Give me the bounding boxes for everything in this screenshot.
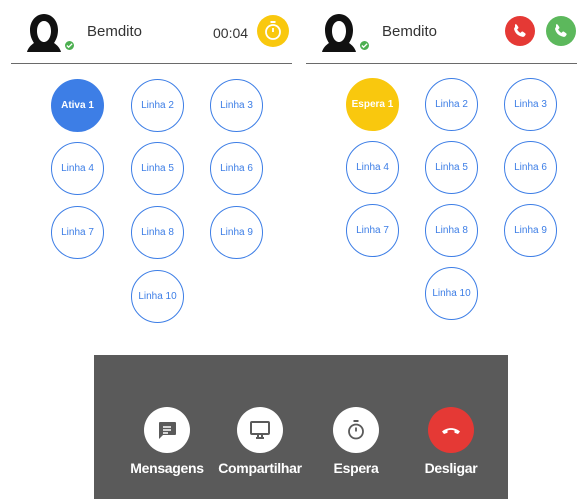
hold-circle[interactable]: [333, 407, 379, 453]
message-icon: [159, 422, 176, 439]
hangup-circle[interactable]: [428, 407, 474, 453]
line-button-10[interactable]: Linha 10: [131, 270, 184, 323]
line-button-8[interactable]: Linha 8: [131, 206, 184, 259]
call-timer: 00:04: [213, 25, 249, 41]
line-button-9[interactable]: Linha 9: [210, 206, 263, 259]
stopwatch-icon: [348, 420, 364, 440]
share-screen-button[interactable]: Compartilhar: [215, 407, 305, 476]
accept-call-button[interactable]: [546, 16, 576, 46]
line-button-1[interactable]: Espera 1: [346, 78, 399, 131]
line-button-7[interactable]: Linha 7: [51, 206, 104, 259]
hold-label: Espera: [333, 460, 379, 476]
line-button-7[interactable]: Linha 7: [346, 204, 399, 257]
hangup-button[interactable]: Desligar: [406, 407, 496, 476]
line-button-4[interactable]: Linha 4: [51, 142, 104, 195]
line-button-4[interactable]: Linha 4: [346, 141, 399, 194]
line-button-10[interactable]: Linha 10: [425, 267, 478, 320]
call-control-bar: Mensagens Compartilhar Espera Desligar: [94, 355, 508, 499]
messages-label: Mensagens: [130, 460, 204, 476]
stopwatch-icon: [257, 15, 289, 47]
line-button-3[interactable]: Linha 3: [210, 79, 263, 132]
line-button-2[interactable]: Linha 2: [425, 78, 478, 131]
user-avatar-icon: [322, 14, 356, 52]
call-header: Bemdito 00:04: [11, 0, 292, 64]
line-button-8[interactable]: Linha 8: [425, 204, 478, 257]
contact-name: Bemdito: [87, 23, 143, 40]
online-check-icon: [358, 39, 371, 52]
line-button-2[interactable]: Linha 2: [131, 79, 184, 132]
hold-button[interactable]: Espera: [311, 407, 401, 476]
phone-hangup-icon: [442, 428, 460, 434]
reject-call-button[interactable]: [505, 16, 535, 46]
phone-reject-icon: [514, 24, 526, 37]
monitor-icon: [250, 421, 270, 439]
line-button-5[interactable]: Linha 5: [131, 142, 184, 195]
hold-call-panel: Bemdito Espera 1 Linha 2 Linha 3 Linha 4…: [306, 0, 577, 340]
phone-accept-icon: [555, 24, 567, 37]
messages-button[interactable]: Mensagens: [122, 407, 212, 476]
avatar: [25, 12, 76, 52]
call-header: Bemdito: [306, 0, 577, 64]
hangup-label: Desligar: [424, 460, 478, 476]
messages-circle[interactable]: [144, 407, 190, 453]
user-avatar-icon: [27, 14, 61, 52]
line-button-9[interactable]: Linha 9: [504, 204, 557, 257]
line-button-1[interactable]: Ativa 1: [51, 79, 104, 132]
online-check-icon: [63, 39, 76, 52]
share-circle[interactable]: [237, 407, 283, 453]
contact-name: Bemdito: [382, 23, 438, 40]
line-button-6[interactable]: Linha 6: [504, 141, 557, 194]
line-button-3[interactable]: Linha 3: [504, 78, 557, 131]
share-label: Compartilhar: [218, 460, 302, 476]
line-button-5[interactable]: Linha 5: [425, 141, 478, 194]
avatar: [320, 12, 371, 52]
line-button-6[interactable]: Linha 6: [210, 142, 263, 195]
active-call-panel: Bemdito 00:04 Ativa 1 Linha 2 Linha 3 Li…: [0, 0, 292, 340]
